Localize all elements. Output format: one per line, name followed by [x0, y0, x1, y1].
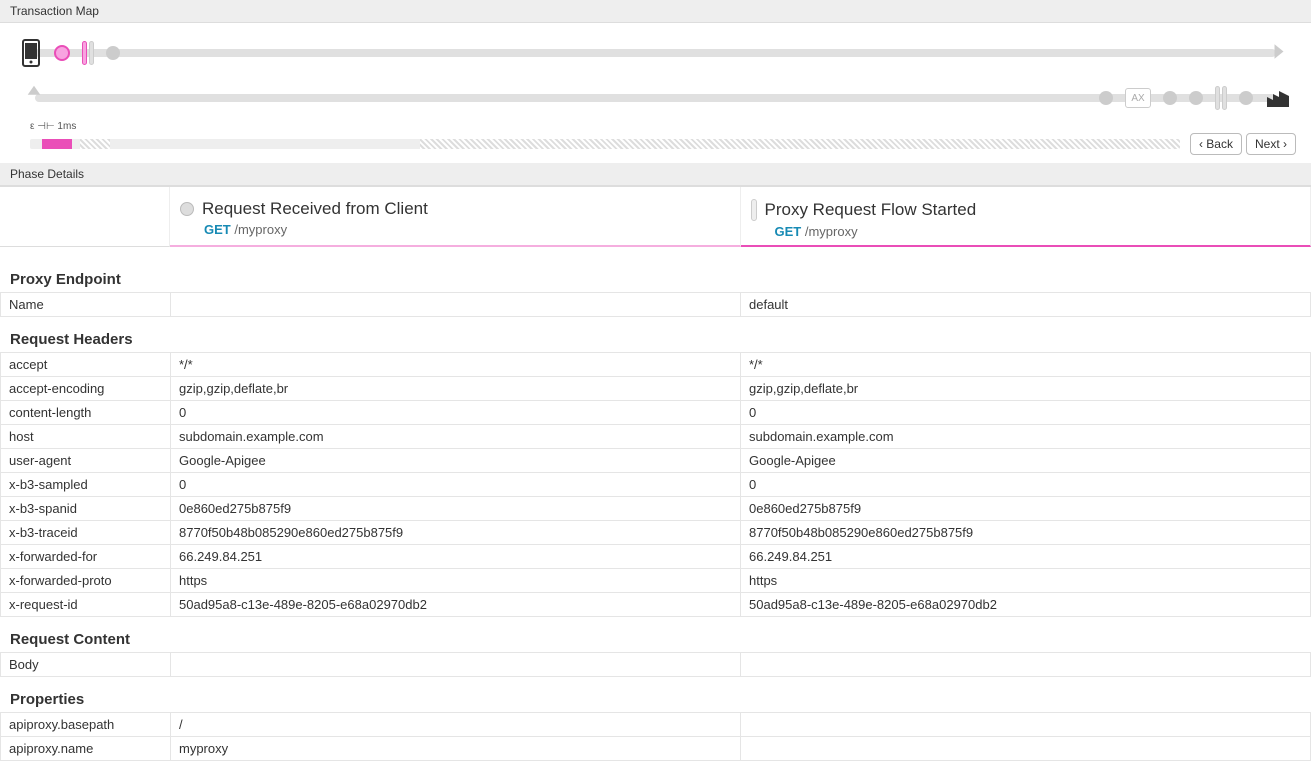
- phase-title: Proxy Request Flow Started: [765, 200, 977, 220]
- timeline-scale-label: ε ⊣⊢ 1ms: [30, 121, 76, 132]
- request-path: /myproxy: [805, 224, 858, 239]
- row-key: x-request-id: [1, 593, 171, 617]
- row-key: Body: [1, 653, 171, 677]
- row-val-1: 8770f50b48b085290e860ed275b875f9: [171, 521, 741, 545]
- flow-node[interactable]: [106, 46, 120, 60]
- row-val-1: subdomain.example.com: [171, 425, 741, 449]
- row-key: host: [1, 425, 171, 449]
- client-device-icon[interactable]: [20, 39, 42, 67]
- row-val-2: 8770f50b48b085290e860ed275b875f9: [741, 521, 1311, 545]
- row-val-1: 66.249.84.251: [171, 545, 741, 569]
- bar-icon: [751, 199, 757, 221]
- row-val-1: 0: [171, 473, 741, 497]
- row-key: accept: [1, 353, 171, 377]
- row-val-2: [741, 713, 1311, 737]
- table-row: accept*/**/*: [1, 353, 1311, 377]
- row-key: apiproxy.basepath: [1, 713, 171, 737]
- row-val-1: myproxy: [171, 737, 741, 761]
- target-preflow-node[interactable]: [1215, 86, 1227, 110]
- row-val-1: 0: [171, 401, 741, 425]
- phase-title: Request Received from Client: [202, 199, 428, 219]
- details-panel: Proxy EndpointName defaultRequest Headers…: [0, 247, 1311, 781]
- back-button[interactable]: ‹ Back: [1190, 133, 1242, 155]
- table-row: x-forwarded-for66.249.84.25166.249.84.25…: [1, 545, 1311, 569]
- row-key: x-forwarded-proto: [1, 569, 171, 593]
- row-val-2: gzip,gzip,deflate,br: [741, 377, 1311, 401]
- timeline-bar[interactable]: [30, 139, 1180, 149]
- row-val-1: 50ad95a8-c13e-489e-8205-e68a02970db2: [171, 593, 741, 617]
- table-row: x-forwarded-protohttpshttps: [1, 569, 1311, 593]
- table-row: apiproxy.namemyproxy: [1, 737, 1311, 761]
- row-key: x-b3-spanid: [1, 497, 171, 521]
- row-key: apiproxy.name: [1, 737, 171, 761]
- request-path: /myproxy: [234, 222, 287, 237]
- row-val-2: default: [741, 293, 1311, 317]
- phase-col-blank: [0, 187, 170, 247]
- section-title: Request Headers: [0, 317, 1311, 352]
- circle-icon: [180, 202, 194, 216]
- row-key: Name: [1, 293, 171, 317]
- table-row: x-b3-spanid0e860ed275b875f90e860ed275b87…: [1, 497, 1311, 521]
- transaction-map-header: Transaction Map: [0, 0, 1311, 23]
- row-val-2: subdomain.example.com: [741, 425, 1311, 449]
- table-row: Body: [1, 653, 1311, 677]
- backend-target-icon[interactable]: [1265, 87, 1291, 109]
- row-val-2: https: [741, 569, 1311, 593]
- response-node-4[interactable]: [1239, 91, 1253, 105]
- section-title: Proxy Endpoint: [0, 257, 1311, 292]
- next-button[interactable]: Next ›: [1246, 133, 1296, 155]
- row-val-2: 0: [741, 473, 1311, 497]
- table-row: content-length00: [1, 401, 1311, 425]
- row-val-1: Google-Apigee: [171, 449, 741, 473]
- table-row: Name default: [1, 293, 1311, 317]
- row-val-1: [171, 293, 741, 317]
- row-val-2: Google-Apigee: [741, 449, 1311, 473]
- table-row: hostsubdomain.example.comsubdomain.examp…: [1, 425, 1311, 449]
- row-val-1: 0e860ed275b875f9: [171, 497, 741, 521]
- row-val-2: [741, 737, 1311, 761]
- row-val-1: [171, 653, 741, 677]
- table-row: x-b3-sampled00: [1, 473, 1311, 497]
- row-val-1: */*: [171, 353, 741, 377]
- table-row: x-request-id50ad95a8-c13e-489e-8205-e68a…: [1, 593, 1311, 617]
- request-received-node[interactable]: [54, 45, 70, 61]
- response-node-1[interactable]: [1099, 91, 1113, 105]
- row-val-2: [741, 653, 1311, 677]
- proxy-preflow-node[interactable]: [82, 41, 94, 65]
- phase-columns: Request Received from Client GET /myprox…: [0, 186, 1311, 247]
- phase-col-request-received[interactable]: Request Received from Client GET /myprox…: [170, 187, 741, 247]
- table-row: user-agentGoogle-ApigeeGoogle-Apigee: [1, 449, 1311, 473]
- row-key: x-b3-sampled: [1, 473, 171, 497]
- section-title: Request Content: [0, 617, 1311, 652]
- row-key: user-agent: [1, 449, 171, 473]
- row-key: x-b3-traceid: [1, 521, 171, 545]
- row-key: accept-encoding: [1, 377, 171, 401]
- row-val-2: 66.249.84.251: [741, 545, 1311, 569]
- row-val-2: 0e860ed275b875f9: [741, 497, 1311, 521]
- section-title: Properties: [0, 677, 1311, 712]
- table-row: apiproxy.basepath/: [1, 713, 1311, 737]
- http-method: GET: [204, 222, 231, 237]
- row-key: content-length: [1, 401, 171, 425]
- http-method: GET: [775, 224, 802, 239]
- transaction-map: AX: [0, 23, 1311, 123]
- row-val-2: */*: [741, 353, 1311, 377]
- table-row: accept-encodinggzip,gzip,deflate,brgzip,…: [1, 377, 1311, 401]
- table-row: x-b3-traceid8770f50b48b085290e860ed275b8…: [1, 521, 1311, 545]
- response-node-3[interactable]: [1189, 91, 1203, 105]
- timeline: ε ⊣⊢ 1ms ‹ Back Next ›: [0, 123, 1311, 163]
- row-val-1: gzip,gzip,deflate,br: [171, 377, 741, 401]
- row-val-2: 0: [741, 401, 1311, 425]
- phase-details-header: Phase Details: [0, 163, 1311, 186]
- row-val-1: /: [171, 713, 741, 737]
- analytics-node[interactable]: AX: [1125, 88, 1151, 108]
- phase-col-proxy-flow[interactable]: Proxy Request Flow Started GET /myproxy: [741, 187, 1311, 247]
- row-val-1: https: [171, 569, 741, 593]
- response-node-2[interactable]: [1163, 91, 1177, 105]
- row-key: x-forwarded-for: [1, 545, 171, 569]
- row-val-2: 50ad95a8-c13e-489e-8205-e68a02970db2: [741, 593, 1311, 617]
